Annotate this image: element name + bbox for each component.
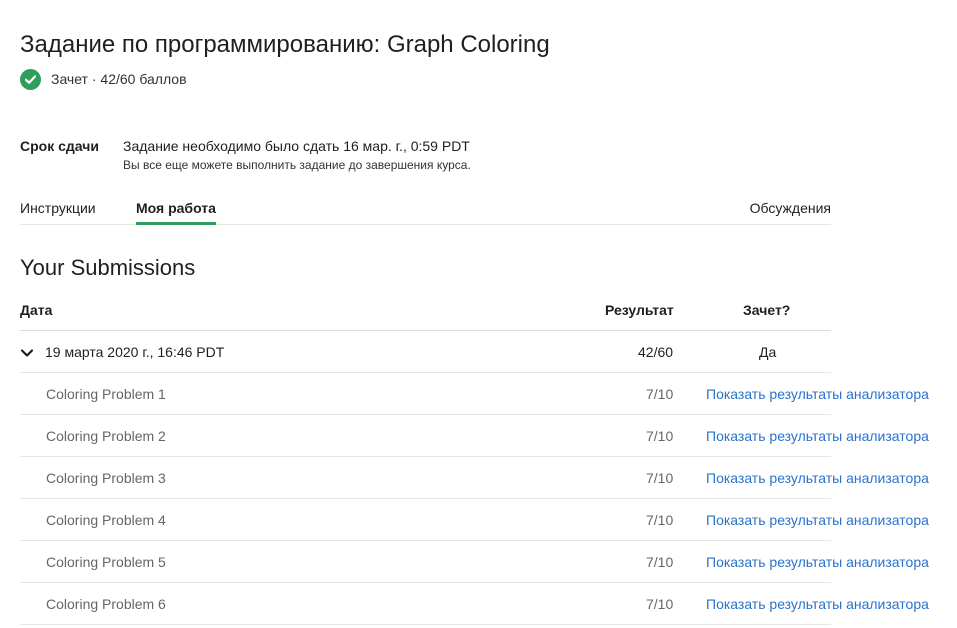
tab-bar: Инструкции Моя работа Обсуждения: [20, 192, 831, 225]
assignment-page: Задание по программированию: Graph Color…: [0, 0, 957, 628]
problem-name: Coloring Problem 4: [46, 512, 166, 528]
problem-name: Coloring Problem 6: [46, 596, 166, 612]
grade-status: Зачет · 42/60 баллов: [20, 67, 187, 91]
column-result: Результат: [605, 302, 674, 318]
due-date-text: Задание необходимо было сдать 16 мар. г.…: [123, 138, 470, 154]
problem-score: 7/10: [646, 386, 674, 402]
column-date: Дата: [20, 302, 53, 318]
problem-row: Coloring Problem 3 7/10 Показать результ…: [20, 457, 929, 499]
check-circle-icon: [20, 68, 41, 90]
grade-status-text: Зачет · 42/60 баллов: [51, 71, 187, 87]
problem-score: 7/10: [646, 470, 674, 486]
submissions-title: Your Submissions: [20, 255, 196, 280]
tab-my-work[interactable]: Моя работа: [136, 192, 216, 225]
submission-row[interactable]: 19 марта 2020 г., 16:46 PDT 42/60 Да: [20, 331, 831, 373]
problem-score: 7/10: [646, 554, 674, 570]
submission-result: 42/60: [638, 344, 674, 360]
show-grader-results-link[interactable]: Показать результаты анализатора: [706, 541, 929, 583]
show-grader-results-link[interactable]: Показать результаты анализатора: [706, 499, 929, 541]
problem-row: Coloring Problem 1 7/10 Показать результ…: [20, 373, 929, 415]
submission-pass: Да: [759, 344, 777, 360]
problem-row: Coloring Problem 6 7/10 Показать результ…: [20, 583, 929, 625]
problem-row: Coloring Problem 4 7/10 Показать результ…: [20, 499, 929, 541]
submission-date: 19 марта 2020 г., 16:46 PDT: [45, 344, 225, 360]
problem-name: Coloring Problem 1: [46, 386, 166, 402]
tab-discussions[interactable]: Обсуждения: [750, 192, 831, 224]
due-date-section: Срок сдачи Задание необходимо было сдать…: [20, 136, 471, 174]
show-grader-results-link[interactable]: Показать результаты анализатора: [706, 457, 929, 499]
show-grader-results-link[interactable]: Показать результаты анализатора: [706, 415, 929, 457]
column-pass: Зачет?: [743, 302, 791, 318]
problem-score: 7/10: [646, 512, 674, 528]
problem-row: Coloring Problem 2 7/10 Показать результ…: [20, 415, 929, 457]
chevron-down-icon[interactable]: [20, 331, 34, 373]
tab-instructions[interactable]: Инструкции: [20, 192, 96, 224]
due-note: Вы все еще можете выполнить задание до з…: [123, 158, 471, 172]
show-grader-results-link[interactable]: Показать результаты анализатора: [706, 583, 929, 625]
submissions-table-header: Дата Результат Зачет?: [20, 298, 831, 331]
due-details: Задание необходимо было сдать 16 мар. г.…: [123, 136, 471, 174]
problem-name: Coloring Problem 5: [46, 554, 166, 570]
problem-row: Coloring Problem 5 7/10 Показать результ…: [20, 541, 929, 583]
show-grader-results-link[interactable]: Показать результаты анализатора: [706, 373, 929, 415]
page-title: Задание по программированию: Graph Color…: [20, 31, 550, 58]
problem-name: Coloring Problem 2: [46, 428, 166, 444]
problem-name: Coloring Problem 3: [46, 470, 166, 486]
problem-score: 7/10: [646, 596, 674, 612]
problem-score: 7/10: [646, 428, 674, 444]
due-label: Срок сдачи: [20, 138, 99, 154]
